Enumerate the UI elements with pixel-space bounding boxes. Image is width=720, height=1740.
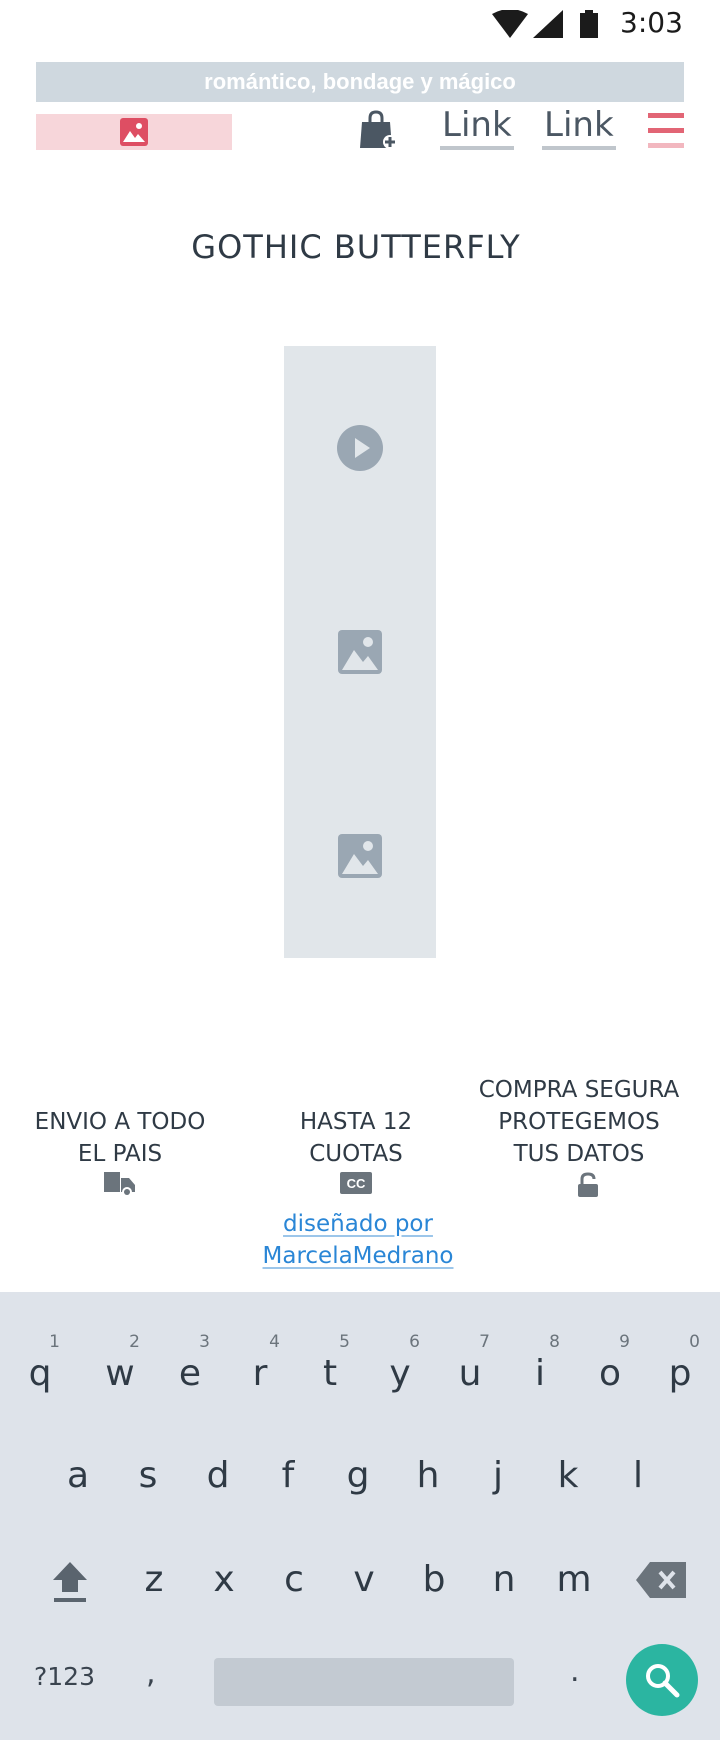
key-v[interactable]: v [344, 1560, 384, 1600]
key-label: b [422, 1559, 446, 1600]
comma-key[interactable]: , [146, 1656, 156, 1691]
shift-key[interactable] [52, 1560, 88, 1602]
hamburger-menu-icon[interactable] [648, 113, 684, 149]
key-c[interactable]: c [274, 1560, 314, 1600]
backspace-key[interactable] [636, 1562, 686, 1598]
key-n[interactable]: n [484, 1560, 524, 1600]
period-key[interactable]: . [570, 1654, 580, 1689]
key-hint: 6 [409, 1332, 420, 1352]
key-label: d [206, 1455, 230, 1496]
key-label: r [252, 1353, 268, 1394]
key-label: x [213, 1559, 235, 1600]
key-label: y [389, 1353, 411, 1394]
key-hint: 9 [619, 1332, 630, 1352]
feature-label: HASTA 12 CUOTAS [299, 1109, 413, 1167]
key-e[interactable]: e3 [170, 1332, 210, 1394]
key-x[interactable]: x [204, 1560, 244, 1600]
symbols-key[interactable]: ?123 [34, 1662, 95, 1691]
credit-card-icon: CC [340, 1172, 372, 1194]
key-label: h [416, 1455, 440, 1496]
image-icon [120, 118, 148, 146]
key-t[interactable]: t5 [310, 1332, 350, 1394]
key-j[interactable]: j [478, 1456, 518, 1496]
key-u[interactable]: u7 [450, 1332, 490, 1394]
key-label: p [668, 1353, 692, 1394]
search-key[interactable] [626, 1644, 698, 1716]
key-hint: 3 [199, 1332, 210, 1352]
key-label: i [534, 1353, 545, 1394]
search-icon [646, 1664, 680, 1698]
key-label: z [144, 1559, 164, 1600]
key-l[interactable]: l [618, 1456, 658, 1496]
key-i[interactable]: i8 [520, 1332, 560, 1394]
key-hint: 2 [129, 1332, 140, 1352]
key-label: t [322, 1353, 338, 1394]
lock-icon [578, 1172, 598, 1197]
status-bar: 3:03 [0, 0, 720, 48]
key-z[interactable]: z [134, 1560, 174, 1600]
key-hint: 1 [49, 1332, 60, 1352]
key-label: o [598, 1353, 622, 1394]
feature-secure-purchase: COMPRA SEGURA PROTEGEMOS TUS DATOS [474, 1074, 684, 1198]
key-label: a [66, 1455, 90, 1496]
nav-link-2[interactable]: Link [542, 104, 616, 150]
feature-installments: HASTA 12 CUOTAS CC [260, 1106, 452, 1194]
key-label: f [281, 1455, 295, 1496]
key-hint: 7 [479, 1332, 490, 1352]
key-o[interactable]: o9 [590, 1332, 630, 1394]
image-icon[interactable] [336, 628, 384, 676]
key-a[interactable]: a [58, 1456, 98, 1496]
key-label: j [492, 1455, 503, 1496]
media-gallery [284, 346, 436, 958]
signal-icon [533, 10, 563, 38]
key-y[interactable]: y6 [380, 1332, 420, 1394]
feature-shipping: ENVIO A TODO EL PAIS [28, 1106, 212, 1198]
battery-icon [580, 10, 598, 38]
key-label: l [632, 1455, 643, 1496]
image-icon[interactable] [336, 832, 384, 880]
key-b[interactable]: b [414, 1560, 454, 1600]
logo[interactable] [36, 114, 232, 150]
key-label: v [353, 1559, 375, 1600]
key-hint: 8 [549, 1332, 560, 1352]
status-time: 3:03 [620, 6, 683, 39]
key-s[interactable]: s [128, 1456, 168, 1496]
key-label: n [492, 1559, 516, 1600]
key-k[interactable]: k [548, 1456, 588, 1496]
play-icon[interactable] [336, 424, 384, 472]
key-label: s [138, 1455, 158, 1496]
shopping-bag-add-icon[interactable] [360, 110, 398, 150]
key-m[interactable]: m [554, 1560, 594, 1600]
key-label: m [556, 1559, 592, 1600]
space-key[interactable] [214, 1658, 514, 1706]
key-d[interactable]: d [198, 1456, 238, 1496]
key-q[interactable]: q1 [20, 1332, 60, 1394]
feature-label: ENVIO A TODO EL PAIS [34, 1109, 206, 1167]
key-label: g [346, 1455, 370, 1496]
key-label: k [557, 1455, 579, 1496]
key-h[interactable]: h [408, 1456, 448, 1496]
key-label: w [105, 1353, 135, 1394]
key-label: q [28, 1353, 52, 1394]
key-label: c [284, 1559, 304, 1600]
key-label: e [178, 1353, 202, 1394]
key-p[interactable]: p0 [660, 1332, 700, 1394]
key-hint: 4 [269, 1332, 280, 1352]
designer-credit-link[interactable]: diseñado por MarcelaMedrano [258, 1208, 458, 1272]
key-hint: 5 [339, 1332, 350, 1352]
feature-label: COMPRA SEGURA PROTEGEMOS TUS DATOS [478, 1077, 680, 1167]
page-title: GOTHIC BUTTERFLY [191, 228, 521, 266]
key-g[interactable]: g [338, 1456, 378, 1496]
wifi-icon [492, 10, 528, 38]
nav-link-1[interactable]: Link [440, 104, 514, 150]
key-r[interactable]: r4 [240, 1332, 280, 1394]
truck-icon [104, 1172, 135, 1197]
key-w[interactable]: w2 [100, 1332, 140, 1394]
key-label: u [458, 1353, 482, 1394]
svg-text:CC: CC [347, 1176, 366, 1191]
tagline-banner: romántico, bondage y mágico [36, 62, 684, 102]
key-f[interactable]: f [268, 1456, 308, 1496]
key-hint: 0 [689, 1332, 700, 1352]
